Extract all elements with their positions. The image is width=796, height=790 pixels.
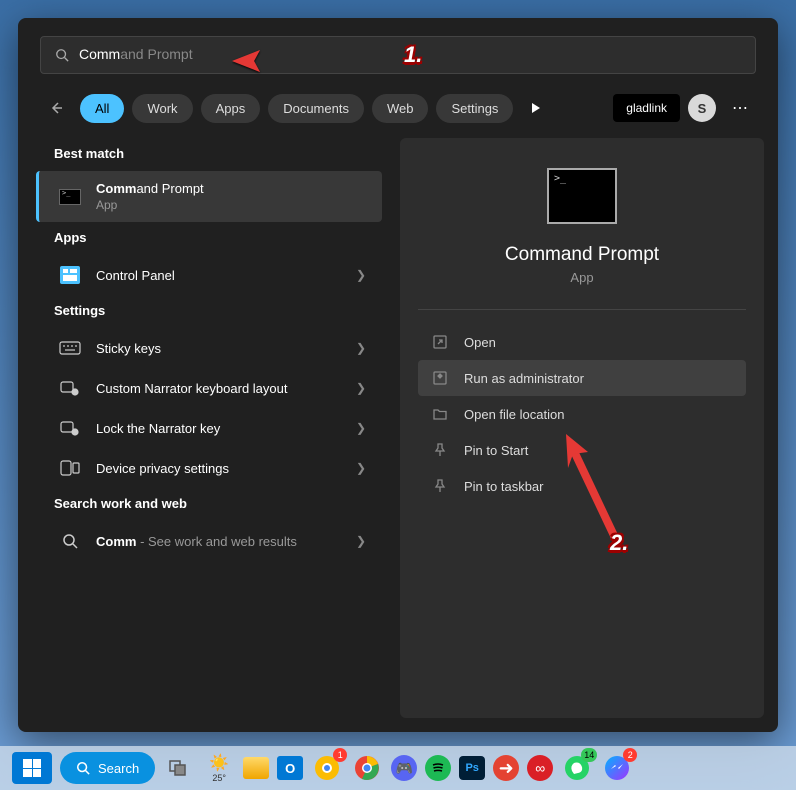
pin-icon <box>432 478 448 494</box>
spotify-icon[interactable] <box>425 755 451 781</box>
result-title: Lock the Narrator key <box>96 421 356 436</box>
result-web-search[interactable]: Comm - See work and web results ❯ <box>36 521 382 561</box>
chevron-right-icon: ❯ <box>356 268 366 282</box>
gladlink-pill[interactable]: gladlink <box>613 94 680 122</box>
preview-pane: Command Prompt App Open Run as administr… <box>400 138 764 718</box>
chevron-right-icon: ❯ <box>356 534 366 548</box>
taskview-icon[interactable] <box>163 752 195 784</box>
result-title: Comm - See work and web results <box>96 534 356 549</box>
result-privacy[interactable]: Device privacy settings ❯ <box>36 448 382 488</box>
tab-web[interactable]: Web <box>372 94 429 123</box>
start-button[interactable] <box>12 752 52 784</box>
section-apps: Apps <box>32 222 386 255</box>
result-lock-narrator[interactable]: Lock the Narrator key ❯ <box>36 408 382 448</box>
tab-all[interactable]: All <box>80 94 124 123</box>
tab-work[interactable]: Work <box>132 94 192 123</box>
more-button[interactable]: ⋯ <box>724 98 756 118</box>
play-icon[interactable] <box>521 93 551 123</box>
chrome-icon[interactable] <box>351 752 383 784</box>
preview-subtitle: App <box>418 270 746 285</box>
result-sticky-keys[interactable]: Sticky keys ❯ <box>36 328 382 368</box>
action-open-location[interactable]: Open file location <box>418 396 746 432</box>
search-icon <box>58 531 82 551</box>
chevron-right-icon: ❯ <box>356 381 366 395</box>
folder-icon <box>432 406 448 422</box>
result-command-prompt[interactable]: Command Prompt App <box>36 171 382 222</box>
divider <box>418 309 746 310</box>
result-subtitle: App <box>96 198 366 212</box>
cmd-icon <box>58 187 82 207</box>
result-title: Sticky keys <box>96 341 356 356</box>
search-bar[interactable]: Command Prompt <box>40 36 756 74</box>
creative-cloud-icon[interactable]: ∞ <box>527 755 553 781</box>
result-title: Command Prompt <box>96 181 366 196</box>
search-panel: Command Prompt All Work Apps Documents W… <box>18 18 778 732</box>
keyboard-icon <box>58 338 82 358</box>
action-open[interactable]: Open <box>418 324 746 360</box>
search-ghost-text: and Prompt <box>120 46 192 62</box>
taskbar-search-label: Search <box>98 761 139 776</box>
tab-documents[interactable]: Documents <box>268 94 364 123</box>
chevron-right-icon: ❯ <box>356 341 366 355</box>
search-icon <box>55 48 69 62</box>
back-button[interactable] <box>40 92 72 124</box>
action-label: Pin to taskbar <box>464 479 544 494</box>
narrator-lock-icon <box>58 418 82 438</box>
preview-title: Command Prompt <box>418 244 746 266</box>
action-label: Open <box>464 335 496 350</box>
results-column: Best match Command Prompt App Apps Contr… <box>32 138 386 718</box>
arrow-left-icon <box>48 100 64 116</box>
open-icon <box>432 334 448 350</box>
section-best-match: Best match <box>32 138 386 171</box>
taskbar: Search ☀️ 25° O 1 🎮 Ps ➜ ∞ 14 2 <box>0 746 796 790</box>
narrator-icon <box>58 378 82 398</box>
discord-icon[interactable]: 🎮 <box>391 755 417 781</box>
chrome-canary-icon[interactable]: 1 <box>311 752 343 784</box>
action-label: Pin to Start <box>464 443 528 458</box>
chevron-right-icon: ❯ <box>356 461 366 475</box>
search-typed-text: Comm <box>79 46 120 62</box>
photoshop-icon[interactable]: Ps <box>459 756 485 780</box>
taskbar-search[interactable]: Search <box>60 752 155 784</box>
file-explorer-icon[interactable] <box>243 757 269 779</box>
result-title: Custom Narrator keyboard layout <box>96 381 356 396</box>
todoist-icon[interactable]: ➜ <box>493 755 519 781</box>
windows-logo-icon <box>23 759 41 777</box>
preview-app-icon <box>547 168 617 224</box>
result-title: Device privacy settings <box>96 461 356 476</box>
result-narrator-layout[interactable]: Custom Narrator keyboard layout ❯ <box>36 368 382 408</box>
section-settings: Settings <box>32 295 386 328</box>
admin-icon <box>432 370 448 386</box>
action-run-admin[interactable]: Run as administrator <box>418 360 746 396</box>
action-label: Open file location <box>464 407 564 422</box>
privacy-icon <box>58 458 82 478</box>
outlook-icon[interactable]: O <box>277 756 303 780</box>
tabs-row: All Work Apps Documents Web Settings gla… <box>18 74 778 138</box>
search-icon <box>76 761 90 775</box>
whatsapp-icon[interactable]: 14 <box>561 752 593 784</box>
result-title: Control Panel <box>96 268 356 283</box>
tab-settings[interactable]: Settings <box>436 94 513 123</box>
section-web: Search work and web <box>32 488 386 521</box>
action-label: Run as administrator <box>464 371 584 386</box>
action-pin-taskbar[interactable]: Pin to taskbar <box>418 468 746 504</box>
action-pin-start[interactable]: Pin to Start <box>418 432 746 468</box>
tab-apps[interactable]: Apps <box>201 94 261 123</box>
control-panel-icon <box>58 265 82 285</box>
weather-icon[interactable]: ☀️ 25° <box>203 752 235 784</box>
result-control-panel[interactable]: Control Panel ❯ <box>36 255 382 295</box>
chevron-right-icon: ❯ <box>356 421 366 435</box>
avatar[interactable]: S <box>688 94 716 122</box>
messenger-icon[interactable]: 2 <box>601 752 633 784</box>
pin-icon <box>432 442 448 458</box>
